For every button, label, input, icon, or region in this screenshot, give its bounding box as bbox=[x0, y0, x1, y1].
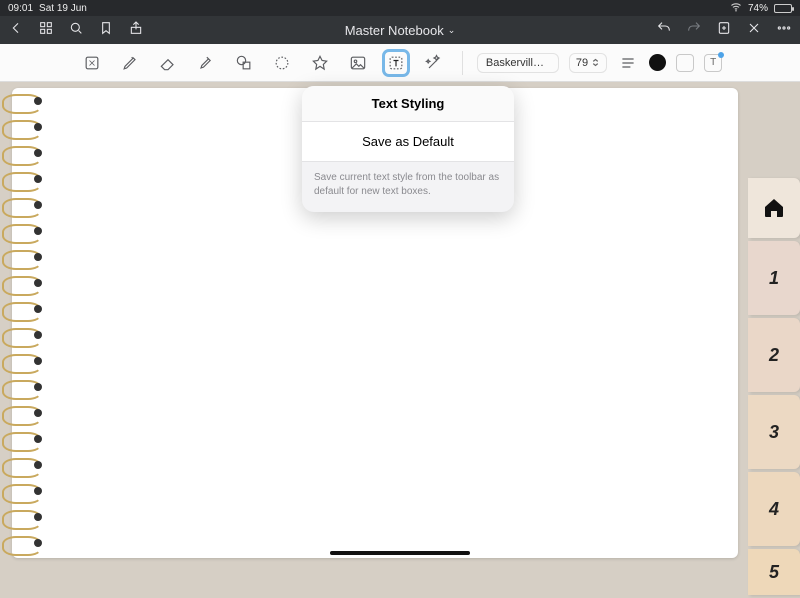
text-style-preset[interactable]: T bbox=[704, 54, 722, 72]
pen-tool[interactable] bbox=[116, 49, 144, 77]
home-icon bbox=[762, 196, 786, 220]
tab-label: 4 bbox=[769, 499, 779, 520]
toolbar-separator bbox=[462, 51, 463, 75]
back-button[interactable] bbox=[8, 20, 24, 41]
status-bar: 09:01 Sat 19 Jun 74% bbox=[0, 0, 800, 16]
lasso-tool[interactable] bbox=[268, 49, 296, 77]
tab-3[interactable]: 3 bbox=[748, 395, 800, 469]
title-text: Master Notebook bbox=[345, 23, 444, 38]
bookmark-button[interactable] bbox=[98, 20, 114, 41]
status-date: Sat 19 Jun bbox=[39, 3, 87, 14]
font-size-value: 79 bbox=[576, 57, 588, 69]
search-button[interactable] bbox=[68, 20, 84, 41]
tab-label: 2 bbox=[769, 345, 779, 366]
page-tabs: 1 2 3 4 5 bbox=[748, 178, 800, 598]
share-button[interactable] bbox=[128, 20, 144, 41]
text-tool[interactable] bbox=[382, 49, 410, 77]
home-indicator[interactable] bbox=[330, 551, 470, 555]
redo-button[interactable] bbox=[686, 20, 702, 41]
paragraph-style-button[interactable] bbox=[617, 52, 639, 74]
tab-label: 5 bbox=[769, 562, 779, 583]
tab-home[interactable] bbox=[748, 178, 800, 238]
eraser-tool[interactable] bbox=[154, 49, 182, 77]
color-swatch[interactable] bbox=[649, 54, 666, 71]
shape-tool[interactable] bbox=[230, 49, 258, 77]
favorites-tool[interactable] bbox=[306, 49, 334, 77]
popover-title: Text Styling bbox=[302, 86, 514, 122]
wifi-icon bbox=[730, 1, 742, 16]
nav-bar: Master Notebook ⌄ bbox=[0, 16, 800, 44]
text-glyph: T bbox=[710, 57, 716, 68]
stepper-icon bbox=[591, 58, 600, 67]
font-size-selector[interactable]: 79 bbox=[569, 53, 607, 73]
battery-pct: 74% bbox=[748, 3, 768, 14]
undo-button[interactable] bbox=[656, 20, 672, 41]
status-time: 09:01 bbox=[8, 3, 33, 14]
highlighter-tool[interactable] bbox=[192, 49, 220, 77]
close-button[interactable] bbox=[746, 20, 762, 41]
font-selector[interactable]: Baskerville-B... bbox=[477, 53, 559, 73]
toolbar: Baskerville-B... 79 T bbox=[0, 44, 800, 82]
document-title[interactable]: Master Notebook ⌄ bbox=[345, 23, 456, 38]
text-styling-popover: Text Styling Save as Default Save curren… bbox=[302, 86, 514, 212]
battery-icon bbox=[774, 4, 792, 13]
tab-1[interactable]: 1 bbox=[748, 241, 800, 315]
image-tool[interactable] bbox=[344, 49, 372, 77]
tab-label: 3 bbox=[769, 422, 779, 443]
tab-4[interactable]: 4 bbox=[748, 472, 800, 546]
zoom-tool[interactable] bbox=[78, 49, 106, 77]
save-as-default-button[interactable]: Save as Default bbox=[302, 122, 514, 162]
chevron-down-icon: ⌄ bbox=[448, 25, 456, 36]
tab-label: 1 bbox=[769, 268, 779, 289]
spiral-binding bbox=[2, 92, 42, 559]
tab-5[interactable]: 5 bbox=[748, 549, 800, 595]
more-button[interactable] bbox=[776, 20, 792, 41]
popover-description: Save current text style from the toolbar… bbox=[302, 162, 514, 212]
preset-indicator-icon bbox=[718, 52, 724, 58]
add-page-button[interactable] bbox=[716, 20, 732, 41]
background-swatch[interactable] bbox=[676, 54, 694, 72]
magic-tool[interactable] bbox=[420, 49, 448, 77]
tab-2[interactable]: 2 bbox=[748, 318, 800, 392]
grid-button[interactable] bbox=[38, 20, 54, 41]
